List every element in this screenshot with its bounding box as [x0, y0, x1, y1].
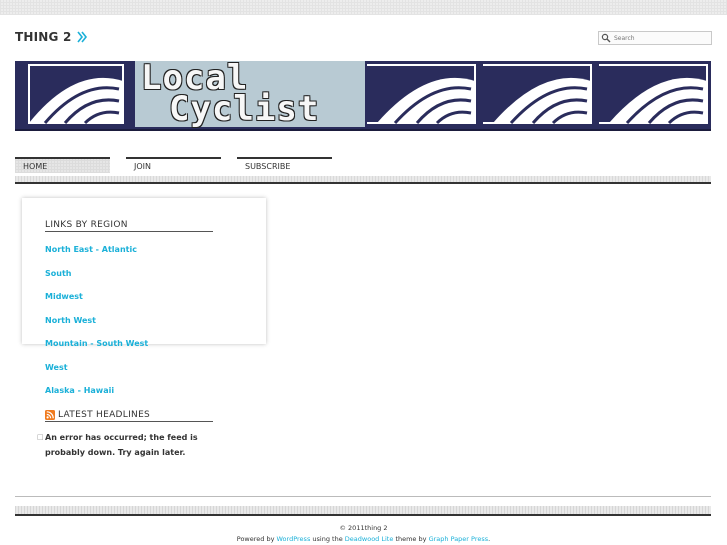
footer-text: Powered by — [236, 535, 275, 543]
double-chevron-right-icon — [76, 31, 87, 43]
footer-copyright: © 2011thing 2 — [339, 524, 388, 532]
footer-text: . — [488, 535, 491, 543]
feed-error-text: An error has occurred; the feed is proba… — [45, 433, 198, 457]
header-banner[interactable]: Local Cyclist — [15, 61, 711, 131]
banner-line-cyclist: Cyclist — [169, 89, 320, 129]
region-link[interactable]: North East - Atlantic — [45, 244, 215, 268]
site-title-text[interactable]: THING 2 — [15, 30, 72, 44]
theme-link[interactable]: Deadwood Lite — [345, 535, 394, 543]
region-link[interactable]: Alaska - Hawaii — [45, 385, 215, 409]
footer-texture-strip — [15, 506, 711, 516]
footer-text: using the — [312, 535, 343, 543]
footer-credits: Powered by WordPress using the Deadwood … — [0, 534, 727, 545]
region-link[interactable]: West — [45, 362, 215, 386]
footer-divider — [15, 496, 711, 497]
banner-logo-text: Local Cyclist — [135, 61, 365, 127]
region-link[interactable]: Midwest — [45, 291, 215, 315]
rss-feed-icon[interactable] — [45, 409, 55, 420]
region-link[interactable]: North West — [45, 315, 215, 339]
nav-item-home[interactable]: HOME — [15, 157, 110, 173]
region-link[interactable]: South — [45, 268, 215, 292]
footer-text: theme by — [395, 535, 427, 543]
footer: © 2011thing 2 Powered by WordPress using… — [0, 523, 727, 545]
nav-divider — [15, 176, 711, 184]
cycling-wheel-graphic — [367, 61, 479, 127]
search-input[interactable] — [614, 33, 704, 43]
headlines-title-text: LATEST HEADLINES — [58, 409, 151, 420]
top-texture-strip — [0, 0, 727, 15]
links-widget-title: LINKS BY REGION — [45, 220, 213, 232]
author-link[interactable]: Graph Paper Press — [429, 535, 489, 543]
site-title[interactable]: THING 2 — [15, 30, 88, 44]
region-link[interactable]: Mountain - South West — [45, 338, 215, 362]
cycling-wheel-graphic — [599, 61, 711, 127]
search-icon — [601, 33, 611, 43]
nav-item-subscribe[interactable]: SUBSCRIBE — [237, 157, 332, 173]
region-links-list: North East - Atlantic South Midwest Nort… — [45, 244, 215, 409]
nav-item-join[interactable]: JOIN — [126, 157, 221, 173]
headlines-widget-title: LATEST HEADLINES — [45, 408, 213, 422]
cycling-wheel-graphic — [15, 61, 127, 127]
list-bullet: □ — [37, 433, 44, 441]
wordpress-link[interactable]: WordPress — [277, 535, 311, 543]
cycling-wheel-graphic — [483, 61, 595, 127]
links-widget: LINKS BY REGION North East - Atlantic So… — [45, 220, 215, 409]
search-box[interactable] — [598, 31, 712, 45]
